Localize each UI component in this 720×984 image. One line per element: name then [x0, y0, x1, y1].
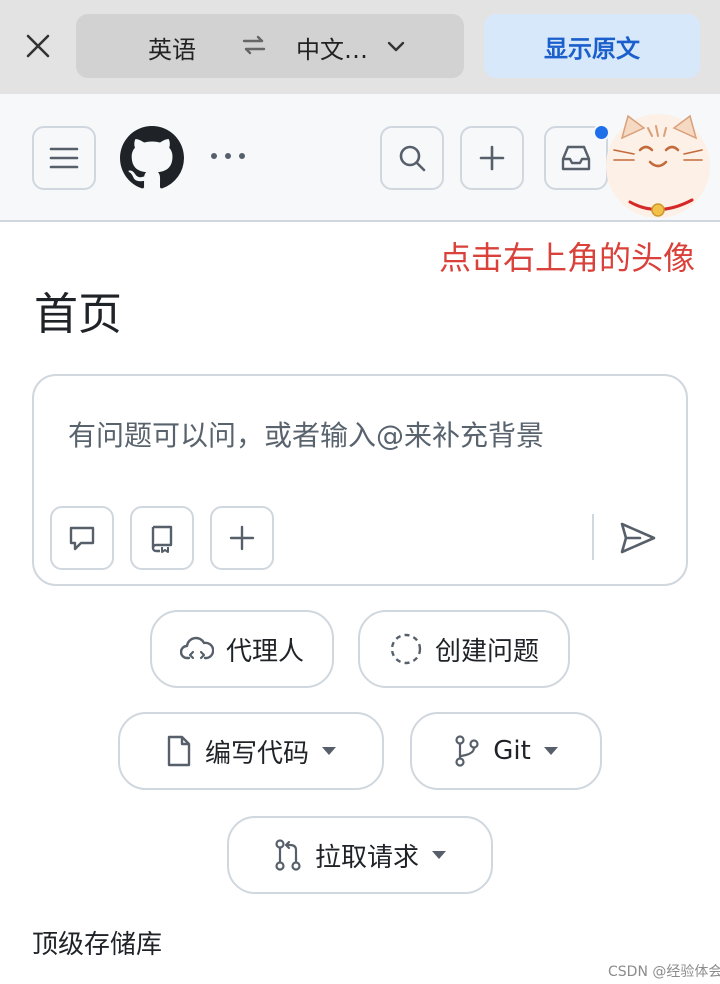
- create-issue-button[interactable]: 创建问题: [358, 610, 570, 688]
- caret-down-icon: [432, 851, 446, 859]
- show-original-button[interactable]: 显示原文: [484, 14, 700, 78]
- prompt-input[interactable]: 有问题可以问，或者输入@来补充背景: [68, 414, 544, 454]
- plus-icon: [229, 525, 255, 551]
- menu-button[interactable]: [32, 126, 96, 190]
- section-title: 顶级存储库: [32, 930, 163, 960]
- more-icon[interactable]: [208, 144, 248, 168]
- page-title: 首页: [34, 289, 122, 340]
- language-selector[interactable]: 英语 中文…: [76, 14, 464, 78]
- caret-down-icon: [322, 747, 336, 755]
- cloud-agent-icon: [179, 636, 214, 660]
- agent-button[interactable]: 代理人: [150, 610, 334, 688]
- menu-icon: [49, 147, 79, 169]
- watermark: CSDN @经验体会: [608, 964, 720, 980]
- git-branch-icon: [455, 735, 479, 767]
- translate-bar: 英语 中文… 显示原文: [0, 0, 720, 94]
- prompt-box[interactable]: 有问题可以问，或者输入@来补充背景: [32, 374, 688, 586]
- file-icon: [167, 735, 191, 767]
- comment-icon: [69, 526, 95, 551]
- pull-request-icon: [275, 839, 301, 871]
- chevron-down-icon[interactable]: [386, 36, 406, 56]
- write-code-label: 编写代码: [204, 738, 309, 769]
- target-language[interactable]: 中文…: [296, 30, 368, 65]
- agent-label: 代理人: [225, 636, 304, 667]
- pull-request-button[interactable]: 拉取请求: [227, 816, 493, 894]
- search-button[interactable]: [380, 126, 444, 190]
- github-logo-icon[interactable]: [120, 126, 184, 190]
- create-issue-label: 创建问题: [434, 636, 539, 667]
- source-language[interactable]: 英语: [148, 30, 196, 65]
- create-new-button[interactable]: [460, 126, 524, 190]
- annotation-text: 点击右上角的头像: [438, 239, 695, 277]
- swap-icon[interactable]: [240, 31, 268, 59]
- git-button[interactable]: Git: [410, 712, 602, 790]
- close-icon[interactable]: [18, 26, 58, 66]
- issue-draft-icon: [390, 633, 422, 665]
- plus-icon: [479, 145, 505, 171]
- write-code-button[interactable]: 编写代码: [118, 712, 384, 790]
- page: 英语 中文… 显示原文 点击右上角的头像 首页 有问题可以问，或者输入@来补充背…: [0, 0, 720, 984]
- avatar[interactable]: [604, 106, 716, 220]
- attach-button[interactable]: [210, 506, 274, 570]
- pull-request-label: 拉取请求: [314, 842, 419, 873]
- send-icon[interactable]: [618, 518, 658, 558]
- chat-button[interactable]: [50, 506, 114, 570]
- repo-icon: [151, 525, 173, 553]
- show-original-label: 显示原文: [544, 34, 640, 63]
- search-icon: [399, 145, 426, 172]
- repository-button[interactable]: [130, 506, 194, 570]
- inbox-icon: [561, 145, 591, 171]
- caret-down-icon: [543, 747, 558, 755]
- git-label: Git: [493, 736, 531, 766]
- divider: [592, 514, 594, 560]
